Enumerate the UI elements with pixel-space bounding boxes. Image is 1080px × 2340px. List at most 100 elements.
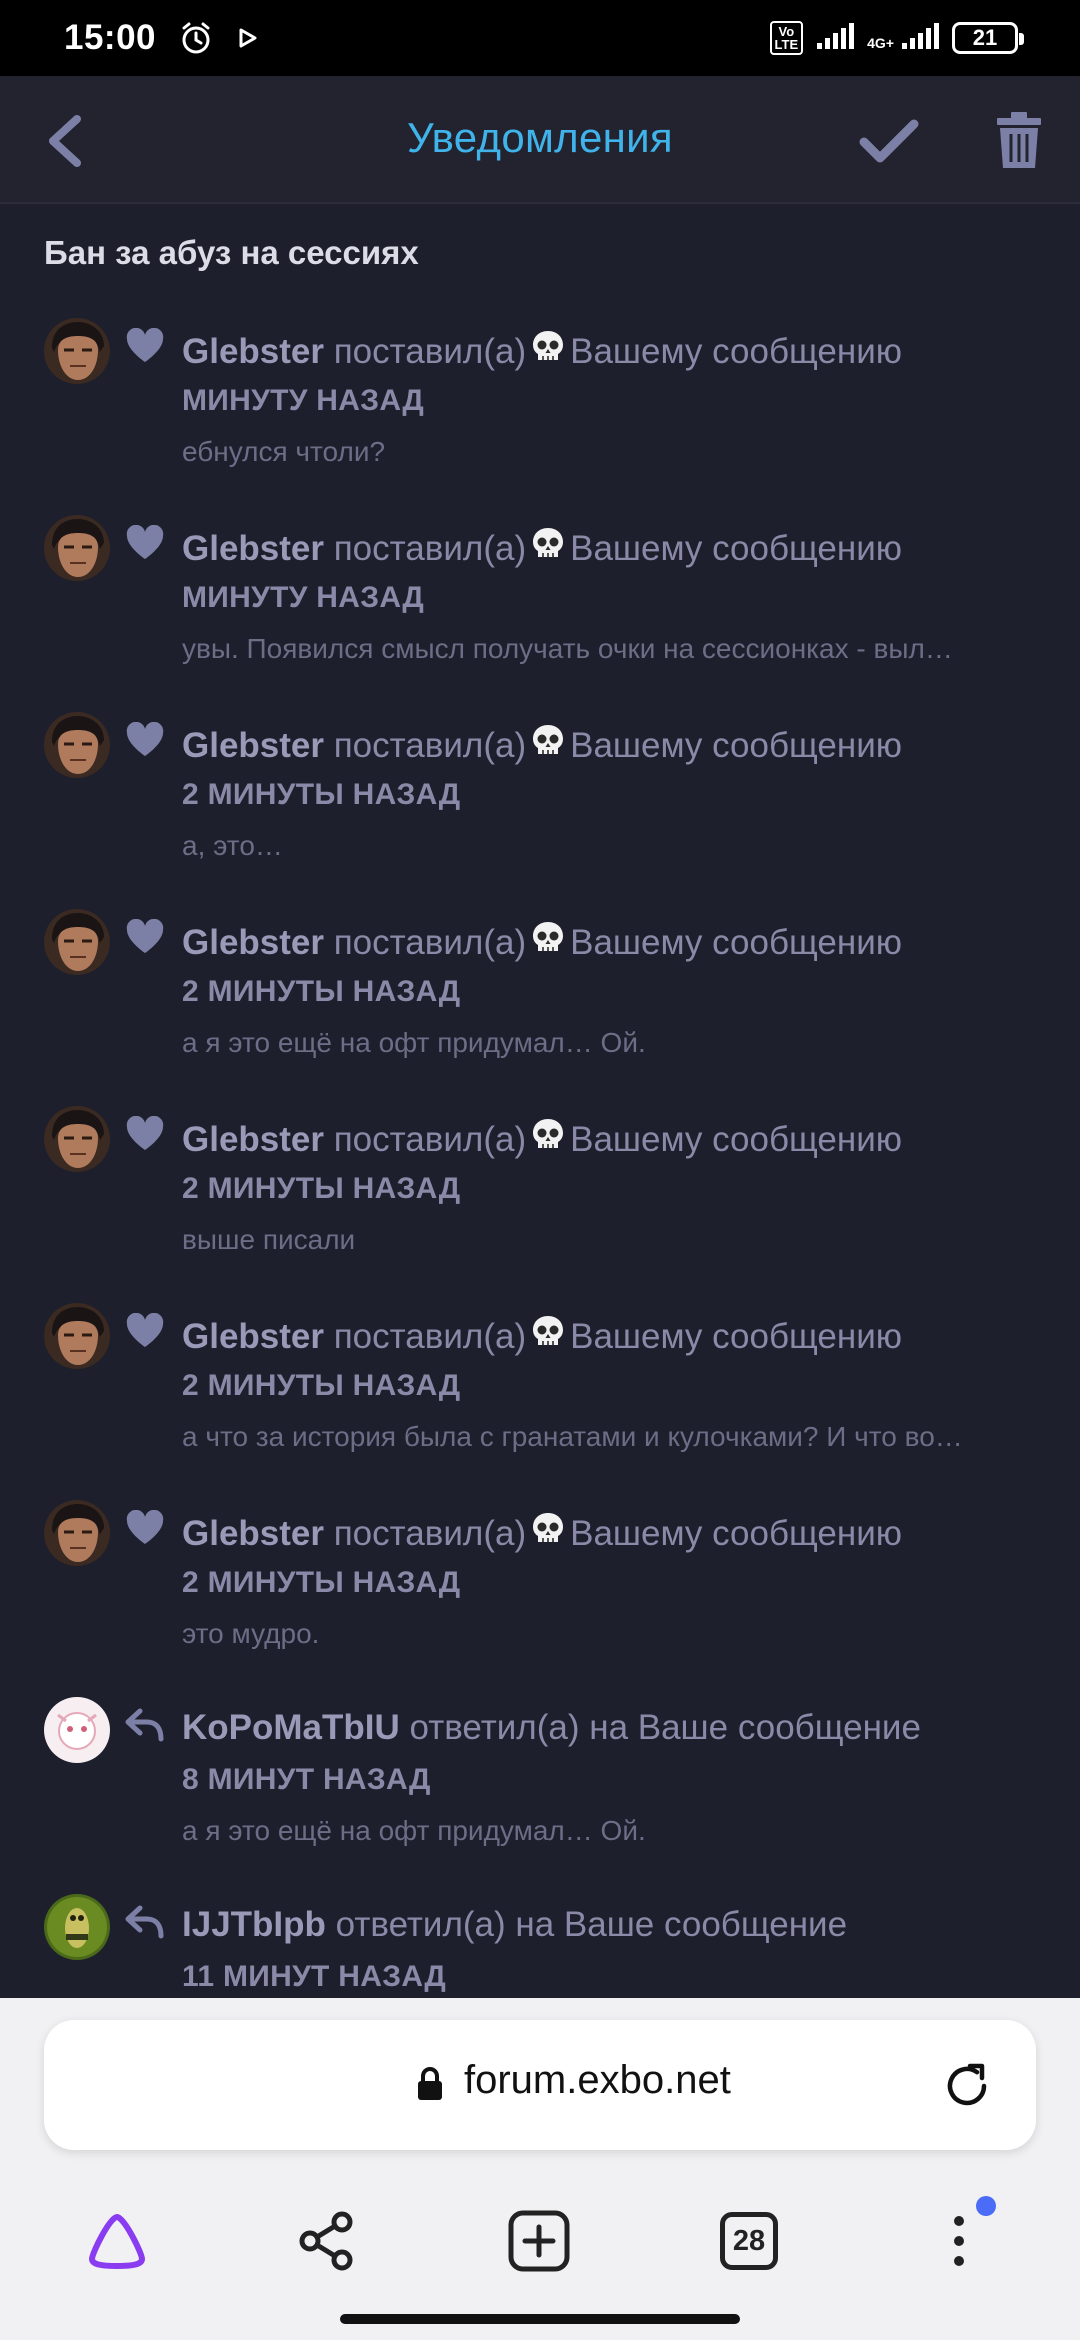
avatar[interactable]: [44, 909, 110, 975]
notification-action: поставил(а): [333, 1120, 527, 1159]
notification-item[interactable]: Glebster поставил(а) Вашему сообщению 2 ми…: [0, 1297, 1080, 1494]
notification-action-target: Вашему сообщению: [570, 529, 903, 568]
skull-emoji-icon: [530, 920, 566, 965]
notification-action: поставил(а): [333, 726, 527, 765]
heart-icon: [124, 1114, 166, 1154]
avatar[interactable]: [44, 1697, 110, 1763]
alarm-icon: [178, 20, 214, 56]
notification-user[interactable]: KoPoMaTbIU: [182, 1708, 400, 1747]
notification-item[interactable]: KoPoMaTbIU ответил(а) на Ваше сообщение 8…: [0, 1691, 1080, 1888]
tabs-count: 28: [720, 2212, 778, 2270]
notification-action: поставил(а): [333, 332, 527, 371]
notification-action-target: Вашему сообщению: [570, 1120, 903, 1159]
notification-dot: [976, 2196, 996, 2216]
avatar[interactable]: [44, 1106, 110, 1172]
notification-action-target: Вашему сообщению: [570, 923, 903, 962]
trash-icon: [997, 112, 1041, 168]
skull-emoji-icon: [530, 723, 566, 768]
signal-icon-2: [900, 21, 940, 56]
notification-excerpt: а я это ещё на офт придумал… Ой.: [182, 1027, 646, 1058]
avatar[interactable]: [44, 1894, 110, 1960]
notification-time: минуту назад: [182, 384, 425, 417]
notification-excerpt: а, это…: [182, 830, 283, 861]
notification-excerpt: увы. Появился смысл получать очки на сес…: [182, 633, 953, 664]
notification-content: Glebster поставил(а) Вашему сообщению: [182, 329, 902, 374]
home-indicator[interactable]: [340, 2314, 740, 2324]
signal-icon: [815, 21, 855, 56]
notification-item[interactable]: Glebster поставил(а) Вашему сообщению 2 ми…: [0, 903, 1080, 1100]
share-button[interactable]: [282, 2196, 372, 2286]
notification-action: поставил(а): [333, 923, 527, 962]
notification-user[interactable]: Glebster: [182, 332, 324, 371]
alice-assistant-icon: [89, 2214, 145, 2269]
heart-icon: [124, 917, 166, 957]
notification-action: поставил(а): [333, 1514, 527, 1553]
notification-time: 11 минут назад: [182, 1960, 447, 1993]
reload-button[interactable]: [944, 2060, 992, 2115]
notification-user[interactable]: IJJTbIpb: [182, 1905, 326, 1944]
notification-item[interactable]: Glebster поставил(а) Вашему сообщению 2 ми…: [0, 1494, 1080, 1691]
notification-item[interactable]: Glebster поставил(а) Вашему сообщению мину…: [0, 509, 1080, 706]
tabs-button[interactable]: 28: [704, 2196, 794, 2286]
notification-user[interactable]: Glebster: [182, 529, 324, 568]
notification-excerpt: а я это ещё на офт придумал… Ой.: [182, 1815, 646, 1846]
skull-emoji-icon: [530, 329, 566, 374]
notification-action-target: Вашему сообщению: [570, 332, 903, 371]
notification-item[interactable]: Glebster поставил(а) Вашему сообщению мину…: [0, 312, 1080, 509]
browser-chrome: forum.exbo.net 28: [0, 1998, 1080, 2340]
notification-item[interactable]: Glebster поставил(а) Вашему сообщению 2 ми…: [0, 1100, 1080, 1297]
avatar[interactable]: [44, 515, 110, 581]
assistant-button[interactable]: [72, 2196, 162, 2286]
heart-icon: [124, 523, 166, 563]
reply-icon: [124, 1705, 166, 1745]
heart-icon: [124, 1508, 166, 1548]
notification-user[interactable]: Glebster: [182, 1120, 324, 1159]
browser-toolbar: 28: [0, 2196, 1080, 2296]
heart-icon: [124, 326, 166, 366]
notification-time: минуту назад: [182, 581, 425, 614]
notification-time: 2 минуты назад: [182, 975, 461, 1008]
lock-icon: [416, 2066, 444, 2107]
skull-emoji-icon: [530, 1511, 566, 1556]
notification-time: 2 минуты назад: [182, 1369, 461, 1402]
notification-user[interactable]: Glebster: [182, 726, 324, 765]
avatar[interactable]: [44, 318, 110, 384]
notification-action: ответил(а) на Ваше сообщение: [409, 1708, 921, 1747]
plus-square-icon: [508, 2210, 570, 2272]
notification-time: 2 минуты назад: [182, 1566, 461, 1599]
network-type: 4G+: [867, 34, 894, 51]
notification-excerpt: выше писали: [182, 1224, 356, 1255]
avatar[interactable]: [44, 1500, 110, 1566]
reply-icon: [124, 1902, 166, 1942]
skull-emoji-icon: [530, 1314, 566, 1359]
volte-badge: Vo LTE: [769, 21, 804, 55]
new-tab-button[interactable]: [494, 2196, 584, 2286]
app-header: Уведомления: [0, 76, 1080, 204]
avatar[interactable]: [44, 712, 110, 778]
media-play-icon: [236, 26, 260, 50]
notification-list: Glebster поставил(а) Вашему сообщению мину…: [0, 312, 1080, 1998]
battery-indicator: 21: [952, 22, 1024, 54]
menu-button[interactable]: [914, 2196, 1004, 2286]
delete-all-button[interactable]: [986, 106, 1052, 176]
notification-user[interactable]: Glebster: [182, 1514, 324, 1553]
notification-content: Glebster поставил(а) Вашему сообщению: [182, 1314, 902, 1359]
notification-action: ответил(а) на Ваше сообщение: [335, 1905, 848, 1944]
notification-item[interactable]: Glebster поставил(а) Вашему сообщению 2 ми…: [0, 706, 1080, 903]
heart-icon: [124, 720, 166, 760]
notification-user[interactable]: Glebster: [182, 923, 324, 962]
notification-time: 8 минут назад: [182, 1763, 431, 1796]
notification-user[interactable]: Glebster: [182, 1317, 324, 1356]
notification-action-target: Вашему сообщению: [570, 1514, 903, 1553]
discussion-title[interactable]: Бан за абуз на сессиях: [44, 234, 419, 272]
notification-content: Glebster поставил(а) Вашему сообщению: [182, 1511, 902, 1556]
skull-emoji-icon: [530, 1117, 566, 1162]
address-bar[interactable]: forum.exbo.net: [44, 2020, 1036, 2150]
notification-item[interactable]: IJJTbIpb ответил(а) на Ваше сообщение 11 …: [0, 1888, 1080, 1998]
mark-all-read-button[interactable]: [852, 106, 926, 176]
notification-excerpt: ебнулся чтоли?: [182, 436, 386, 467]
notification-time: 2 минуты назад: [182, 778, 461, 811]
status-bar: 15:00 Vo LTE 4G+ 21: [0, 0, 1080, 76]
avatar[interactable]: [44, 1303, 110, 1369]
heart-icon: [124, 1311, 166, 1351]
